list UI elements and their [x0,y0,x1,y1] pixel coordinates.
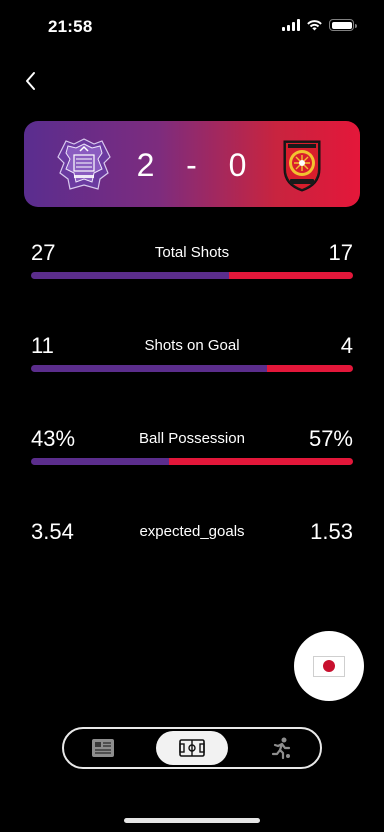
status-icons [282,19,357,31]
stat-bar-home [31,365,268,372]
stat-bar [31,272,353,279]
cellular-signal-icon [282,19,300,31]
stat-bar-home [31,272,229,279]
home-indicator [124,818,260,823]
player-running-icon [271,737,291,760]
stat-row-total-shots: 27 Total Shots 17 [31,240,353,280]
stat-bar [31,365,353,372]
status-bar: 21:58 [0,0,384,54]
match-score-card: 2 - 0 [24,121,360,207]
news-icon [92,739,114,757]
pitch-icon [179,739,205,757]
stat-bar-away [169,458,353,465]
away-score: 0 [228,147,248,183]
stat-away-value: 57% [308,426,353,451]
score-separator: - [186,147,198,183]
battery-icon [329,19,357,31]
tab-players[interactable] [245,731,317,765]
stat-row-ball-possession: 43% Ball Possession 57% [31,426,353,466]
bottom-tab-bar [62,727,322,769]
stat-away-value: 1.53 [310,519,353,544]
tab-news[interactable] [67,731,139,765]
language-button[interactable] [294,631,364,701]
chevron-left-icon [26,72,35,90]
japan-flag-icon [313,655,345,677]
tab-match-stats[interactable] [156,731,228,765]
stat-bar-away [267,365,353,372]
home-score: 2 [136,147,156,183]
stat-away-value: 4 [340,333,353,358]
stat-bar [31,458,353,465]
status-time: 21:58 [48,17,93,36]
wifi-icon [307,20,322,31]
stat-row-shots-on-goal: 11 Shots on Goal 4 [31,333,353,373]
back-button[interactable] [18,68,42,94]
stat-bar-away [228,272,353,279]
stat-bar-home [31,458,170,465]
stat-away-value: 17 [328,240,353,265]
stat-row-expected-goals: 3.54 expected_goals 1.53 [31,519,353,559]
away-team-crest [283,140,321,192]
